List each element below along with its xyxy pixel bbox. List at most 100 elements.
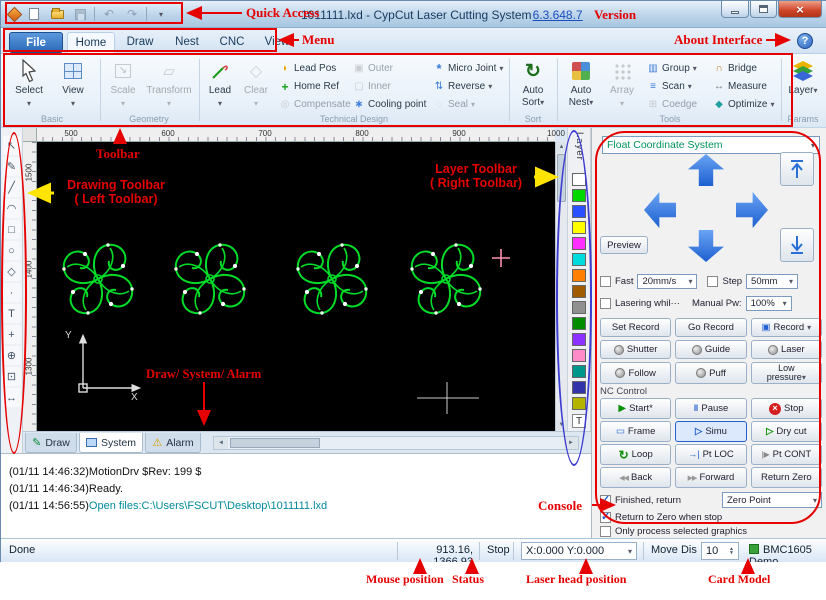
- tab-draw[interactable]: Draw: [117, 32, 163, 53]
- layer-color-swatch[interactable]: [572, 221, 586, 234]
- go-record-button[interactable]: Go Record: [675, 318, 747, 337]
- scan-button[interactable]: Scan: [647, 79, 692, 94]
- layer-color-swatch[interactable]: [572, 285, 586, 298]
- home-ref-button[interactable]: Home Ref: [279, 79, 339, 94]
- scrollbar-thumb[interactable]: [230, 438, 320, 448]
- layer-text-tool[interactable]: T: [572, 414, 586, 428]
- layer-color-swatch[interactable]: [572, 189, 586, 202]
- scroll-up-icon[interactable]: ▲: [556, 142, 567, 153]
- tab-alarm-panel[interactable]: Alarm: [145, 433, 201, 453]
- preview-button[interactable]: Preview: [600, 236, 648, 254]
- bridge-button[interactable]: Bridge: [713, 61, 757, 76]
- set-record-button[interactable]: Set Record: [600, 318, 672, 337]
- array-button[interactable]: Array: [603, 58, 641, 114]
- tab-view[interactable]: View: [255, 32, 299, 53]
- zoom-window-tool-icon[interactable]: ⊡: [2, 367, 21, 386]
- cooling-point-button[interactable]: Cooling point: [353, 97, 426, 112]
- save-button[interactable]: [71, 6, 89, 22]
- zero-point-select[interactable]: Zero Point: [722, 492, 822, 508]
- scroll-down-icon[interactable]: ▼: [556, 420, 567, 431]
- polygon-tool-icon[interactable]: ◇: [2, 262, 21, 281]
- open-file-button[interactable]: [48, 6, 66, 22]
- layer-color-swatch[interactable]: [572, 365, 586, 378]
- lead-button[interactable]: Lead: [203, 58, 237, 114]
- close-button[interactable]: [778, 1, 822, 18]
- tab-nest[interactable]: Nest: [165, 32, 209, 53]
- layer-color-swatch[interactable]: [572, 205, 586, 218]
- only-selected-checkbox[interactable]: [600, 525, 611, 537]
- return-zero-stop-checkbox[interactable]: [600, 510, 611, 523]
- stop-button[interactable]: Stop: [750, 398, 822, 419]
- layer-color-swatch[interactable]: [572, 253, 586, 266]
- laser-head-position-select[interactable]: X:0.000 Y:0.000: [521, 542, 637, 560]
- layer-color-swatch[interactable]: [572, 301, 586, 314]
- group-button[interactable]: Group: [647, 61, 697, 76]
- return-zero-button[interactable]: Return Zero: [750, 467, 822, 488]
- step-checkbox[interactable]: [707, 276, 719, 287]
- layer-color-swatch[interactable]: [572, 349, 586, 362]
- jog-down-button[interactable]: [688, 230, 724, 262]
- layer-color-swatch[interactable]: [572, 381, 586, 394]
- undo-button[interactable]: [100, 6, 118, 22]
- manual-power-select[interactable]: 100%: [745, 296, 792, 311]
- measure-tool-icon[interactable]: ↔: [2, 388, 21, 407]
- arc-tool-icon[interactable]: ◠: [2, 199, 21, 218]
- text-tool-icon[interactable]: T: [2, 304, 21, 323]
- step-distance-select[interactable]: 50mm: [746, 274, 799, 289]
- redo-button[interactable]: [123, 6, 141, 22]
- tab-system-panel[interactable]: System: [79, 433, 143, 453]
- guide-button[interactable]: Guide: [675, 340, 747, 359]
- outer-button[interactable]: Outer: [353, 61, 393, 76]
- coedge-button[interactable]: Coedge: [647, 97, 697, 112]
- fast-checkbox[interactable]: [600, 276, 611, 287]
- record-button[interactable]: Record: [750, 318, 822, 337]
- about-help-button[interactable]: ?: [797, 33, 813, 49]
- move-dis-input[interactable]: 10 ▲ ▼: [701, 542, 739, 560]
- start-button[interactable]: Start*: [600, 398, 672, 419]
- select-button[interactable]: Select: [9, 58, 49, 114]
- measure-button[interactable]: Measure: [713, 79, 767, 94]
- pt-cont-button[interactable]: Pt CONT: [750, 444, 822, 465]
- drawing-canvas[interactable]: Y X: [37, 142, 555, 431]
- transform-button[interactable]: Transform: [143, 58, 195, 114]
- zoom-in-tool-icon[interactable]: ⊕: [2, 346, 21, 365]
- back-button[interactable]: Back: [600, 467, 672, 488]
- minimize-button[interactable]: [721, 1, 749, 18]
- finished-return-checkbox[interactable]: [600, 493, 611, 506]
- auto-sort-button[interactable]: Auto Sort: [513, 58, 553, 114]
- canvas-vertical-scrollbar[interactable]: ▲ ▼: [555, 142, 567, 431]
- clear-button[interactable]: Clear: [239, 58, 273, 114]
- point-tool-icon[interactable]: ∙: [2, 283, 21, 302]
- dry-cut-button[interactable]: Dry cut: [750, 421, 822, 442]
- layer-button[interactable]: Layer: [783, 58, 823, 114]
- compensate-button[interactable]: Compensate: [279, 97, 351, 112]
- puff-button[interactable]: Puff: [675, 362, 747, 384]
- inner-button[interactable]: Inner: [353, 79, 391, 94]
- micro-joint-button[interactable]: Micro Joint: [433, 61, 503, 76]
- tab-file[interactable]: File: [9, 32, 63, 53]
- pause-button[interactable]: Pause: [675, 398, 747, 419]
- scroll-right-icon[interactable]: ►: [564, 437, 578, 449]
- follow-button[interactable]: Follow: [600, 362, 672, 384]
- z-down-button[interactable]: [780, 228, 814, 262]
- maximize-button[interactable]: [750, 1, 777, 18]
- view-button[interactable]: View: [53, 58, 93, 114]
- laser-button[interactable]: Laser: [750, 340, 822, 359]
- auto-nest-button[interactable]: Auto Nest: [561, 58, 601, 114]
- quick-access-menu-button[interactable]: [152, 6, 170, 22]
- opened-file-link[interactable]: Open files:C:\Users\FSCUT\Desktop\101111…: [89, 500, 327, 512]
- select-tool-icon[interactable]: ↖: [2, 136, 21, 155]
- jog-right-button[interactable]: [736, 192, 768, 228]
- layer-color-swatch[interactable]: [572, 237, 586, 250]
- low-pressure-button[interactable]: Low pressure: [750, 362, 822, 384]
- lasering-checkbox[interactable]: [600, 298, 611, 309]
- layer-color-swatch[interactable]: [572, 397, 586, 410]
- layer-color-swatch[interactable]: [572, 269, 586, 282]
- fast-speed-select[interactable]: 20mm/s: [637, 274, 698, 289]
- draw-tool-icon[interactable]: ✎: [2, 157, 21, 176]
- simu-button[interactable]: Simu: [675, 421, 747, 442]
- frame-button[interactable]: Frame: [600, 421, 672, 442]
- layer-color-swatch[interactable]: [572, 173, 586, 186]
- new-file-button[interactable]: [25, 6, 43, 22]
- jog-up-button[interactable]: [688, 154, 724, 186]
